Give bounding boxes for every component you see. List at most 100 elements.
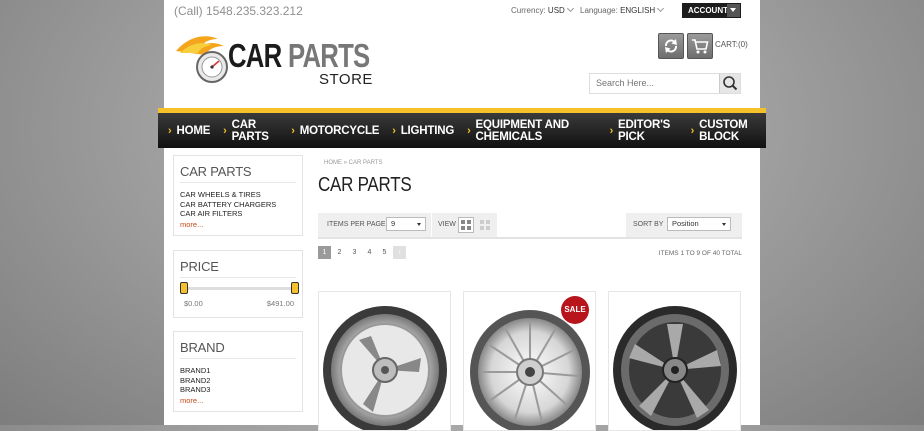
chevron-right-icon: › <box>609 124 614 137</box>
flame-gauge-icon <box>176 36 228 83</box>
page-link[interactable]: 1 <box>318 246 331 259</box>
nav-item-label: LIGHTING <box>400 124 455 137</box>
sort-by-select[interactable]: Position <box>667 217 731 231</box>
cart-count-label[interactable]: CART:(0) <box>715 40 748 49</box>
chevron-right-icon: › <box>392 124 396 137</box>
divider <box>180 182 296 183</box>
account-dropdown-icon[interactable] <box>727 4 740 17</box>
nav-item-custom-block[interactable]: › CUSTOM BLOCK <box>691 119 766 143</box>
search-icon <box>723 76 738 91</box>
chevron-down-icon <box>566 4 574 13</box>
list-icon <box>480 220 490 230</box>
brand-link[interactable]: BRAND2 <box>180 376 210 386</box>
nav-item-editors-pick[interactable]: › EDITOR'S PICK <box>610 119 678 143</box>
page-link[interactable]: 2 <box>333 246 346 259</box>
brand-link[interactable]: BRAND1 <box>180 366 210 376</box>
currency-value: USD <box>547 6 565 15</box>
store-logo[interactable]: CAR PARTS STORE <box>174 33 372 93</box>
price-slider-track[interactable] <box>183 287 293 290</box>
items-count: ITEMS 1 TO 9 OF 40 TOTAL <box>658 250 742 257</box>
account-label: ACCOUNT <box>688 6 728 15</box>
language-selector[interactable]: Language: ENGLISH <box>580 4 665 15</box>
sidebar-category-box: CAR PARTS CAR WHEELS & TIRES CAR BATTERY… <box>173 155 303 236</box>
account-button[interactable]: ACCOUNT <box>682 3 741 18</box>
search-button[interactable] <box>719 74 740 93</box>
product-toolbar: ITEMS PER PAGE 9 VIEW SORT BY Position <box>318 213 742 239</box>
sale-badge: SALE <box>561 296 589 324</box>
page-link[interactable]: 3 <box>348 246 361 259</box>
main-navigation: › HOME › CAR PARTS › MOTORCYCLE › LIGHTING ›… <box>158 108 766 148</box>
chevron-right-icon: › <box>291 124 295 137</box>
sort-by-label: SORT BY <box>633 221 664 228</box>
compare-button[interactable] <box>658 33 684 59</box>
nav-item-label: EDITOR'S PICK <box>618 118 671 143</box>
pagination: 1 2 3 4 5 › <box>318 246 408 259</box>
search-input[interactable] <box>594 77 718 89</box>
category-list: CAR WHEELS & TIRES CAR BATTERY CHARGERS … <box>180 190 276 219</box>
product-card[interactable]: SALE <box>463 291 596 431</box>
nav-item-equipment-chemicals[interactable]: › EQUIPMENT AND CHEMICALS <box>467 119 596 143</box>
nav-item-label: CAR PARTS <box>231 118 269 143</box>
product-card[interactable] <box>608 291 741 431</box>
top-bar: (Call) 1548.235.323.212 Currency: USD La… <box>164 0 760 22</box>
logo-word-car: CAR <box>228 37 282 74</box>
chevron-right-icon: › <box>168 124 172 137</box>
phone-number: (Call) 1548.235.323.212 <box>174 4 303 18</box>
category-link[interactable]: CAR BATTERY CHARGERS <box>180 200 276 210</box>
refresh-icon <box>665 39 677 53</box>
category-more-link[interactable]: more... <box>180 220 203 229</box>
logo-word-store: STORE <box>319 71 373 88</box>
next-page-button[interactable]: › <box>393 246 406 259</box>
list-view-button[interactable] <box>477 217 493 233</box>
search-box <box>589 73 741 94</box>
breadcrumb[interactable]: HOME » CAR PARTS <box>324 160 382 166</box>
language-value: ENGLISH <box>620 6 656 15</box>
chevron-right-icon: › <box>223 124 227 137</box>
nav-item-label: MOTORCYCLE <box>299 124 380 137</box>
category-link[interactable]: CAR WHEELS & TIRES <box>180 190 276 200</box>
grid-view-button[interactable] <box>458 217 474 233</box>
cart-button[interactable] <box>687 33 713 59</box>
cart-icon <box>692 39 709 54</box>
chevron-right-icon: › <box>467 124 471 137</box>
brand-link[interactable]: BRAND3 <box>180 385 210 395</box>
category-heading: CAR PARTS <box>180 164 252 179</box>
wheel-product-image <box>323 306 447 430</box>
nav-item-label: CUSTOM BLOCK <box>699 118 748 143</box>
nav-item-lighting[interactable]: › LIGHTING <box>392 125 454 137</box>
nav-item-motorcycle[interactable]: › MOTORCYCLE <box>291 125 379 137</box>
logo-word-parts: PARTS <box>288 37 370 74</box>
price-slider-max-handle[interactable] <box>291 282 299 294</box>
page-link[interactable]: 5 <box>378 246 391 259</box>
price-heading: PRICE <box>180 259 219 274</box>
sidebar-price-box: PRICE $0.00 $491.00 <box>173 250 303 318</box>
price-max: $491.00 <box>266 299 294 308</box>
items-per-page-select[interactable]: 9 <box>386 217 426 231</box>
nav-item-label: HOME <box>176 124 211 137</box>
view-label: VIEW <box>438 221 456 228</box>
category-link[interactable]: CAR AIR FILTERS <box>180 209 276 219</box>
chevron-right-icon: › <box>690 124 695 137</box>
nav-item-car-parts[interactable]: › CAR PARTS <box>223 119 278 143</box>
brand-heading: BRAND <box>180 340 225 355</box>
page-link[interactable]: 4 <box>363 246 376 259</box>
divider <box>180 277 296 278</box>
nav-item-home[interactable]: › HOME <box>168 125 210 137</box>
wheel-product-image <box>613 306 737 430</box>
nav-bar: › HOME › CAR PARTS › MOTORCYCLE › LIGHTING ›… <box>158 113 766 148</box>
price-slider-min-handle[interactable] <box>180 282 188 294</box>
chevron-down-icon <box>657 4 665 13</box>
brand-list: BRAND1 BRAND2 BRAND3 <box>180 366 210 395</box>
page-container: (Call) 1548.235.323.212 Currency: USD La… <box>158 0 766 431</box>
grid-icon <box>461 220 471 230</box>
sidebar-brand-box: BRAND BRAND1 BRAND2 BRAND3 more... <box>173 331 303 412</box>
language-label: Language: <box>580 6 618 15</box>
page-title: CAR PARTS <box>318 174 412 196</box>
nav-item-label: EQUIPMENT AND CHEMICALS <box>475 118 570 143</box>
price-min: $0.00 <box>184 299 203 308</box>
brand-more-link[interactable]: more... <box>180 396 203 405</box>
divider <box>180 358 296 359</box>
currency-label: Currency: <box>511 6 546 15</box>
currency-selector[interactable]: Currency: USD <box>511 4 574 15</box>
product-card[interactable] <box>318 291 451 431</box>
